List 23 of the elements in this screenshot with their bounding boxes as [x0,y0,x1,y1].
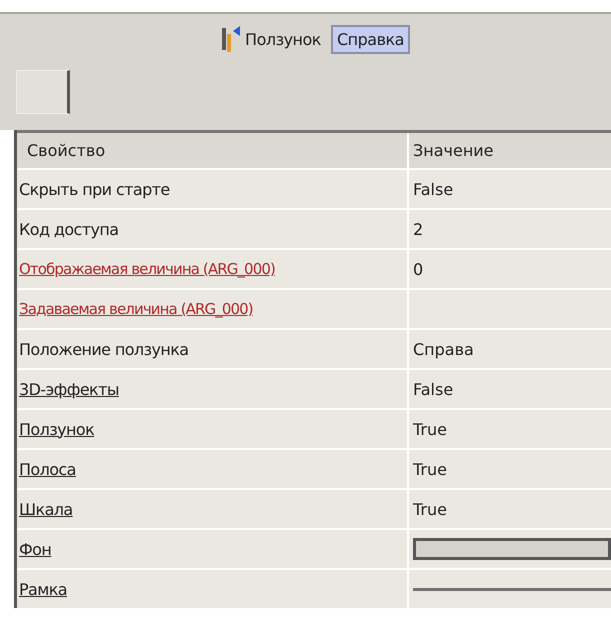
property-value: True [413,500,447,518]
tab[interactable] [16,70,70,114]
property-value: True [413,460,447,478]
property-link[interactable]: Полоса [19,460,76,478]
component-title: Ползунок [245,30,321,48]
property-value: Справа [413,340,474,358]
property-link[interactable]: Ползунок [19,420,94,438]
property-name: Код доступа [19,220,118,238]
property-value: 2 [413,220,424,238]
property-name: Положение ползунка [19,340,188,358]
property-value: False [413,180,454,198]
slider-icon [221,24,242,54]
property-link[interactable]: 3D-эффекты [19,380,119,398]
property-link[interactable]: Рамка [19,580,67,598]
property-value: True [413,420,447,438]
property-link[interactable]: Фон [19,540,52,558]
help-button[interactable]: Справка [330,24,410,54]
property-name: Скрыть при старте [19,180,170,198]
property-value: 0 [413,260,424,278]
property-value: False [413,380,454,398]
column-header: Значение [409,133,611,168]
property-link[interactable]: Шкала [19,500,73,518]
column-header: Свойство [17,133,407,168]
